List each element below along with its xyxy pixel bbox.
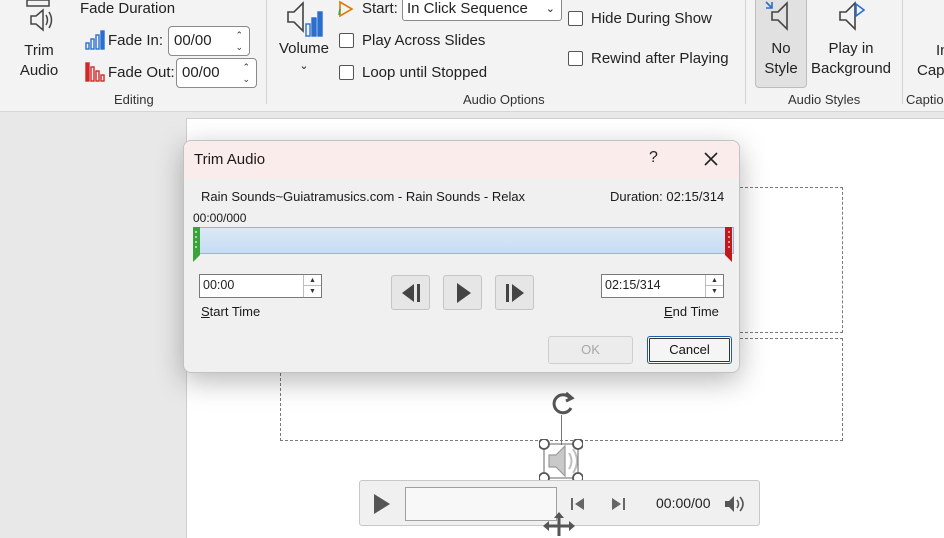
player-time: 00:00/00 (656, 495, 711, 511)
audio-options-group-label: Audio Options (463, 92, 545, 107)
group-separator (745, 0, 746, 104)
help-button[interactable]: ? (649, 149, 658, 167)
play-in-background-button[interactable]: Play in Background (808, 0, 894, 84)
captions-group-label: Captio (906, 92, 944, 107)
start-time-accelerator: S (201, 304, 210, 319)
end-marker-handle[interactable] (724, 227, 734, 263)
spin-down-icon[interactable]: ▼ (303, 286, 321, 297)
audio-object-icon[interactable] (539, 439, 583, 483)
hide-during-show-checkbox[interactable]: Hide During Show (568, 10, 712, 27)
fade-out-icon (85, 62, 105, 82)
next-frame-icon (506, 284, 524, 302)
move-forward-icon[interactable] (610, 496, 626, 512)
start-icon (338, 0, 354, 18)
trim-timeline[interactable] (195, 227, 734, 254)
audio-styles-group-label: Audio Styles (788, 92, 861, 107)
duration-label: Duration: 02:15/314 (610, 189, 725, 204)
insert-captions-button[interactable]: In Cap (914, 0, 944, 84)
no-style-button[interactable]: No Style (755, 0, 807, 88)
chevron-down-icon: ⌄ (545, 3, 555, 15)
fade-out-spinner[interactable]: 00/00 ⌃ ⌄ (176, 58, 257, 88)
no-style-label-1: No (771, 40, 791, 57)
end-time-label-text: nd Time (672, 304, 719, 319)
group-separator (266, 0, 267, 104)
start-label: Start: (362, 0, 398, 17)
insert-captions-label-1: In (936, 42, 944, 59)
rewind-after-playing-checkbox[interactable]: Rewind after Playing (568, 50, 729, 67)
fade-duration-label: Fade Duration (80, 0, 176, 17)
end-time-label: End Time (664, 304, 719, 319)
start-time-input[interactable]: 00:00 ▲ ▼ (199, 274, 322, 298)
fade-out-spin-arrows-icon[interactable]: ⌃ ⌄ (242, 61, 250, 85)
ribbon: Trim Audio Fade Duration Fade In: 00/00 … (0, 0, 944, 112)
trim-audio-button[interactable]: Trim Audio (12, 0, 66, 84)
no-style-label-2: Style (764, 60, 798, 77)
fade-in-spin-arrows-icon[interactable]: ⌃ ⌄ (235, 29, 243, 53)
trim-audio-label-2: Audio (19, 62, 59, 79)
next-frame-button[interactable] (495, 275, 534, 310)
end-time-accelerator: E (664, 304, 673, 319)
trim-audio-icon (26, 0, 53, 32)
checkbox-box[interactable] (339, 65, 354, 80)
move-handle-icon[interactable] (541, 512, 577, 538)
cancel-button[interactable]: Cancel (647, 336, 732, 364)
start-time-label-text: tart Time (209, 304, 261, 319)
trim-audio-label-1: Trim (24, 42, 54, 59)
no-style-icon (765, 1, 788, 31)
volume-chevron-icon: ⌄ (299, 60, 309, 72)
volume-label: Volume (278, 40, 330, 57)
play-button[interactable] (443, 275, 482, 310)
previous-frame-icon (402, 284, 420, 302)
previous-frame-button[interactable] (391, 275, 430, 310)
rewind-after-playing-label: Rewind after Playing (591, 50, 729, 67)
spin-up-icon[interactable]: ▲ (705, 275, 723, 286)
play-icon[interactable] (372, 493, 392, 515)
move-back-icon[interactable] (570, 496, 586, 512)
current-position: 00:00/000 (193, 211, 247, 225)
checkbox-box[interactable] (568, 11, 583, 26)
spin-up-icon[interactable]: ▲ (303, 275, 321, 286)
fade-out-value: 00/00 (182, 64, 220, 81)
fade-in-label: Fade In: (108, 32, 164, 49)
end-time-input[interactable]: 02:15/314 ▲ ▼ (601, 274, 724, 298)
track-name: Rain Sounds~Guiatramusics.com - Rain Sou… (201, 189, 526, 204)
play-in-background-icon (839, 1, 866, 31)
play-across-slides-checkbox[interactable]: Play Across Slides (339, 32, 485, 49)
loop-until-stopped-label: Loop until Stopped (362, 64, 488, 81)
play-in-background-label-2: Background (810, 60, 892, 77)
fade-in-icon (85, 30, 105, 50)
volume-icon (287, 1, 323, 37)
dialog-title: Trim Audio (194, 151, 266, 168)
play-icon (457, 283, 471, 303)
close-icon[interactable] (702, 150, 720, 168)
insert-captions-icon (914, 0, 944, 40)
insert-captions-label-2: Cap (917, 62, 944, 79)
start-time-label: Start Time (201, 304, 260, 319)
editing-group-label: Editing (114, 92, 154, 107)
fade-in-value: 00/00 (174, 32, 212, 49)
trim-audio-dialog: Trim Audio ? Rain Sounds~Guiatramusics.c… (183, 140, 740, 373)
rotate-handle-icon[interactable] (546, 387, 580, 421)
play-across-slides-label: Play Across Slides (362, 32, 486, 49)
checkbox-box[interactable] (339, 33, 354, 48)
group-separator (902, 0, 903, 104)
start-marker-handle[interactable] (192, 227, 202, 263)
spin-down-icon[interactable]: ▼ (705, 286, 723, 297)
start-time-value: 00:00 (203, 278, 235, 292)
end-time-value: 02:15/314 (605, 278, 661, 292)
hide-during-show-label: Hide During Show (591, 10, 712, 27)
play-in-background-label-1: Play in (828, 40, 874, 57)
loop-until-stopped-checkbox[interactable]: Loop until Stopped (339, 64, 487, 81)
fade-out-label: Fade Out: (108, 64, 175, 81)
volume-icon[interactable] (724, 495, 746, 513)
ok-button[interactable]: OK (548, 336, 633, 364)
player-progress-bar[interactable] (405, 487, 557, 521)
start-select-value: In Click Sequence (407, 0, 528, 17)
checkbox-box[interactable] (568, 51, 583, 66)
fade-in-spinner[interactable]: 00/00 ⌃ ⌄ (168, 26, 250, 56)
start-select[interactable]: In Click Sequence ⌄ (402, 0, 562, 21)
volume-button[interactable]: Volume ⌄ (276, 0, 332, 84)
